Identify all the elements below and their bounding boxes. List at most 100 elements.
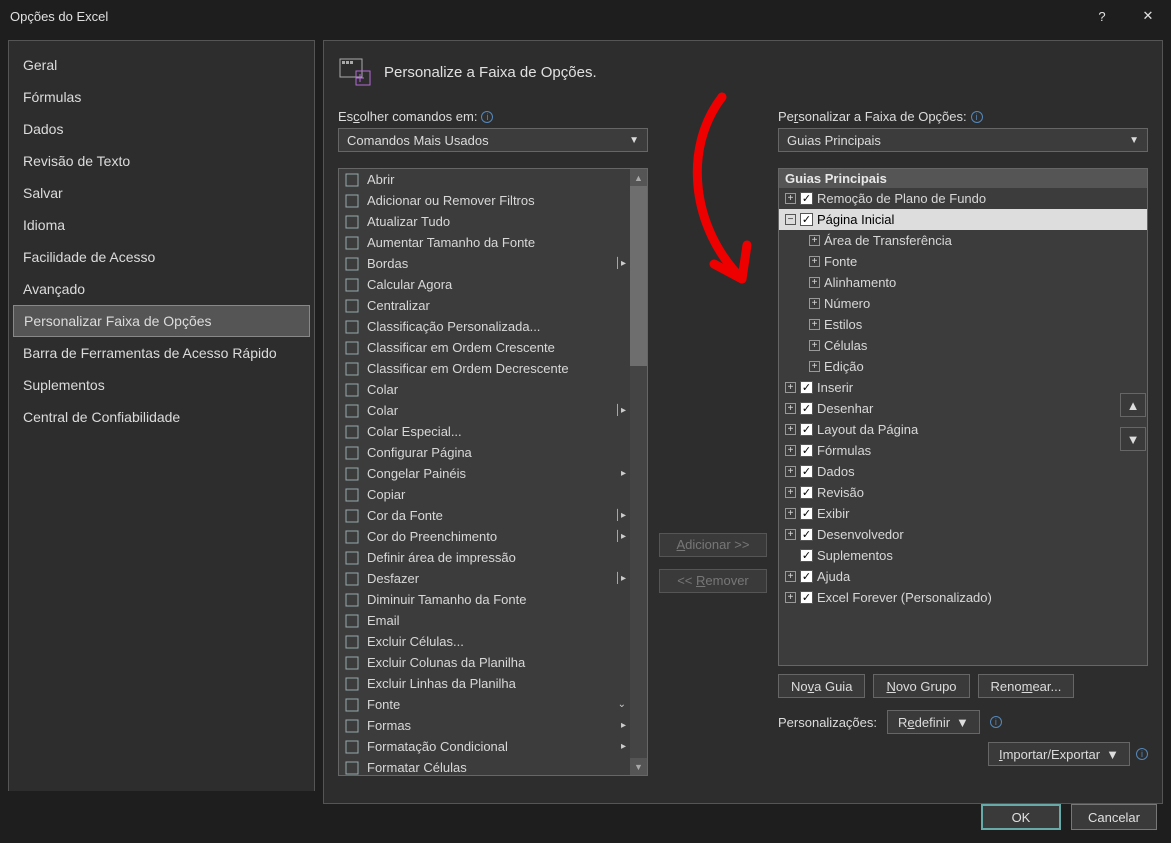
expand-icon[interactable]: +	[809, 340, 820, 351]
command-item[interactable]: Colar	[339, 379, 630, 400]
checkbox[interactable]: ✓	[800, 507, 813, 520]
expand-icon[interactable]: +	[785, 445, 796, 456]
remove-button[interactable]: << Remover	[659, 569, 767, 593]
sidebar-item[interactable]: Geral	[9, 49, 314, 81]
sidebar-item[interactable]: Personalizar Faixa de Opções	[13, 305, 310, 337]
tree-node[interactable]: +✓Desenvolvedor	[779, 524, 1147, 545]
scroll-down-button[interactable]: ▼	[630, 758, 647, 775]
tree-node[interactable]: +✓Excel Forever (Personalizado)	[779, 587, 1147, 608]
command-item[interactable]: Definir área de impressão	[339, 547, 630, 568]
checkbox[interactable]: ✓	[800, 486, 813, 499]
command-item[interactable]: Cor da Fonte│▸	[339, 505, 630, 526]
help-button[interactable]: ?	[1079, 0, 1125, 32]
sidebar-item[interactable]: Dados	[9, 113, 314, 145]
command-item[interactable]: Colar│▸	[339, 400, 630, 421]
command-item[interactable]: Cor do Preenchimento│▸	[339, 526, 630, 547]
scrollbar[interactable]: ▲ ▼	[630, 169, 647, 775]
sidebar-item[interactable]: Avançado	[9, 273, 314, 305]
command-item[interactable]: Atualizar Tudo	[339, 211, 630, 232]
expand-icon[interactable]: +	[785, 571, 796, 582]
tree-node[interactable]: ✓Suplementos	[779, 545, 1147, 566]
close-button[interactable]: ✕	[1125, 0, 1171, 32]
tree-node[interactable]: +✓Remoção de Plano de Fundo	[779, 188, 1147, 209]
expand-icon[interactable]: +	[809, 277, 820, 288]
expand-icon[interactable]: +	[785, 424, 796, 435]
expand-icon[interactable]: +	[809, 361, 820, 372]
command-item[interactable]: Classificação Personalizada...	[339, 316, 630, 337]
move-up-button[interactable]: ▲	[1120, 393, 1146, 417]
expand-icon[interactable]: +	[785, 193, 796, 204]
sidebar-item[interactable]: Barra de Ferramentas de Acesso Rápido	[9, 337, 314, 369]
command-item[interactable]: Copiar	[339, 484, 630, 505]
tree-node[interactable]: +Edição	[779, 356, 1147, 377]
tree-node[interactable]: +✓Desenhar	[779, 398, 1147, 419]
command-item[interactable]: Classificar em Ordem Decrescente	[339, 358, 630, 379]
import-export-dropdown[interactable]: Importar/Exportar▼	[988, 742, 1130, 766]
new-group-button[interactable]: Novo Grupo	[873, 674, 969, 698]
move-down-button[interactable]: ▼	[1120, 427, 1146, 451]
new-tab-button[interactable]: Nova Guia	[778, 674, 865, 698]
command-item[interactable]: Excluir Células...	[339, 631, 630, 652]
tree-node[interactable]: +Número	[779, 293, 1147, 314]
checkbox[interactable]: ✓	[800, 444, 813, 457]
ribbon-tree[interactable]: Guias Principais +✓Remoção de Plano de F…	[778, 168, 1148, 666]
tree-node[interactable]: +✓Ajuda	[779, 566, 1147, 587]
checkbox[interactable]: ✓	[800, 549, 813, 562]
expand-icon[interactable]: +	[785, 403, 796, 414]
expand-icon[interactable]: +	[785, 487, 796, 498]
customize-ribbon-dropdown[interactable]: Guias Principais ▼	[778, 128, 1148, 152]
scroll-thumb[interactable]	[630, 186, 647, 366]
expand-icon[interactable]: +	[785, 382, 796, 393]
info-icon[interactable]: i	[481, 111, 493, 123]
command-item[interactable]: Email	[339, 610, 630, 631]
expand-icon[interactable]: +	[785, 508, 796, 519]
command-item[interactable]: Bordas│▸	[339, 253, 630, 274]
expand-icon[interactable]: +	[809, 298, 820, 309]
checkbox[interactable]: ✓	[800, 591, 813, 604]
tree-node[interactable]: +✓Layout da Página	[779, 419, 1147, 440]
sidebar-item[interactable]: Suplementos	[9, 369, 314, 401]
sidebar-item[interactable]: Fórmulas	[9, 81, 314, 113]
tree-node[interactable]: −✓Página Inicial	[779, 209, 1147, 230]
command-item[interactable]: Excluir Colunas da Planilha	[339, 652, 630, 673]
checkbox[interactable]: ✓	[800, 192, 813, 205]
sidebar-item[interactable]: Idioma	[9, 209, 314, 241]
sidebar-item[interactable]: Central de Confiabilidade	[9, 401, 314, 433]
expand-icon[interactable]: +	[785, 529, 796, 540]
reset-dropdown[interactable]: Redefinir▼	[887, 710, 980, 734]
expand-icon[interactable]: +	[785, 466, 796, 477]
command-item[interactable]: Adicionar ou Remover Filtros	[339, 190, 630, 211]
command-item[interactable]: Formatar Células	[339, 757, 630, 775]
sidebar-item[interactable]: Facilidade de Acesso	[9, 241, 314, 273]
checkbox[interactable]: ✓	[800, 381, 813, 394]
scroll-up-button[interactable]: ▲	[630, 169, 647, 186]
checkbox[interactable]: ✓	[800, 423, 813, 436]
sidebar-item[interactable]: Revisão de Texto	[9, 145, 314, 177]
tree-node[interactable]: +✓Exibir	[779, 503, 1147, 524]
info-icon[interactable]: i	[971, 111, 983, 123]
checkbox[interactable]: ✓	[800, 465, 813, 478]
add-button[interactable]: Adicionar >>	[659, 533, 767, 557]
expand-icon[interactable]: +	[809, 256, 820, 267]
expand-icon[interactable]: +	[809, 235, 820, 246]
command-item[interactable]: Calcular Agora	[339, 274, 630, 295]
checkbox[interactable]: ✓	[800, 402, 813, 415]
command-item[interactable]: Formatação Condicional▸	[339, 736, 630, 757]
expand-icon[interactable]: +	[809, 319, 820, 330]
tree-node[interactable]: +✓Revisão	[779, 482, 1147, 503]
command-item[interactable]: Fonte⌄	[339, 694, 630, 715]
command-item[interactable]: Classificar em Ordem Crescente	[339, 337, 630, 358]
choose-commands-dropdown[interactable]: Comandos Mais Usados ▼	[338, 128, 648, 152]
tree-node[interactable]: +✓Inserir	[779, 377, 1147, 398]
info-icon[interactable]: i	[990, 716, 1002, 728]
tree-node[interactable]: +Estilos	[779, 314, 1147, 335]
collapse-icon[interactable]: −	[785, 214, 796, 225]
checkbox[interactable]: ✓	[800, 528, 813, 541]
command-item[interactable]: Configurar Página	[339, 442, 630, 463]
info-icon[interactable]: i	[1136, 748, 1148, 760]
checkbox[interactable]: ✓	[800, 213, 813, 226]
tree-node[interactable]: +Fonte	[779, 251, 1147, 272]
tree-node[interactable]: +Alinhamento	[779, 272, 1147, 293]
tree-node[interactable]: +Células	[779, 335, 1147, 356]
command-item[interactable]: Abrir	[339, 169, 630, 190]
